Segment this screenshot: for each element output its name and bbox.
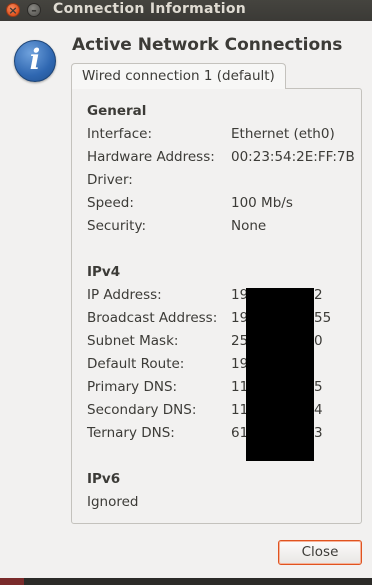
section-ipv4-title: IPv4 [87, 264, 121, 280]
section-general-title: General [87, 103, 147, 119]
speed-value: 100 Mb/s [231, 195, 293, 211]
info-icon: i [14, 40, 56, 82]
primary-dns-label: Primary DNS: [87, 379, 178, 395]
info-icon-glyph: i [29, 43, 41, 76]
hardware-address-label: Hardware Address: [87, 149, 215, 165]
window-close-icon[interactable]: × [6, 3, 20, 17]
redaction-box [246, 288, 314, 461]
interface-value: Ethernet (eth0) [231, 126, 335, 142]
ipv6-status: Ignored [87, 494, 139, 510]
secondary-dns-value-tail: 4 [314, 402, 323, 418]
ternary-dns-value-tail: 3 [314, 425, 323, 441]
ip-address-value-tail: 2 [314, 287, 323, 303]
subnet-mask-value-tail: 0 [314, 333, 323, 349]
broadcast-address-label: Broadcast Address: [87, 310, 218, 326]
driver-label: Driver: [87, 172, 133, 188]
security-value: None [231, 218, 267, 234]
tab-wired-connection-1[interactable]: Wired connection 1 (default) [71, 63, 286, 89]
section-ipv6-title: IPv6 [87, 471, 121, 487]
title-bar[interactable]: × – Connection Information [0, 0, 372, 21]
speed-label: Speed: [87, 195, 134, 211]
security-label: Security: [87, 218, 147, 234]
secondary-dns-label: Secondary DNS: [87, 402, 197, 418]
subnet-mask-label: Subnet Mask: [87, 333, 179, 349]
connection-details-panel: General Interface: Ethernet (eth0) Hardw… [71, 88, 362, 524]
page-title: Active Network Connections [72, 35, 343, 55]
ternary-dns-label: Ternary DNS: [87, 425, 175, 441]
broadcast-address-value-tail: 55 [314, 310, 332, 326]
ip-address-label: IP Address: [87, 287, 162, 303]
window-title: Connection Information [53, 1, 247, 17]
primary-dns-value-tail: 5 [314, 379, 323, 395]
desktop-background-strip [0, 578, 372, 585]
interface-label: Interface: [87, 126, 152, 142]
hardware-address-value: 00:23:54:2E:FF:7B [231, 149, 355, 165]
default-route-label: Default Route: [87, 356, 185, 372]
connection-info-window: × – Connection Information i Active Netw… [0, 0, 372, 585]
close-button[interactable]: Close [278, 540, 362, 565]
desktop-accent [0, 578, 24, 585]
window-minimize-icon[interactable]: – [27, 3, 41, 17]
